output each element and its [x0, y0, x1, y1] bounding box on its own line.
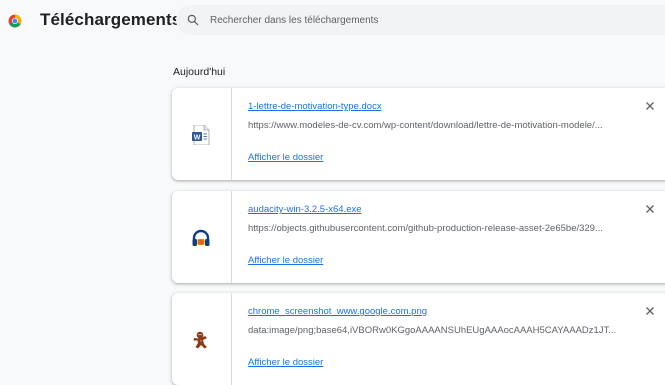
download-source-url: https://www.modeles-de-cv.com/wp-content… [248, 120, 603, 131]
word-document-icon: W [192, 125, 210, 145]
download-source-url: https://objects.githubusercontent.com/gi… [248, 223, 603, 234]
close-icon[interactable] [644, 305, 656, 317]
download-source-url: data:image/png;base64,iVBORw0KGgoAAAANSU… [248, 325, 617, 336]
download-item: W 1-lettre-de-motivation-type.docx https… [172, 88, 665, 180]
show-in-folder-link[interactable]: Afficher le dossier [248, 152, 323, 163]
download-file-link[interactable]: audacity-win-3.2.5-x64.exe [248, 204, 362, 215]
search-input[interactable] [208, 13, 612, 27]
download-item: chrome_screenshot_www.google.com.png dat… [172, 293, 665, 385]
chrome-logo-icon [8, 14, 22, 28]
close-icon[interactable] [644, 100, 656, 112]
download-file-link[interactable]: chrome_screenshot_www.google.com.png [248, 306, 427, 317]
search-bar[interactable] [176, 5, 665, 35]
audacity-headphones-icon [192, 229, 210, 246]
close-icon[interactable] [644, 203, 656, 215]
gingerbread-image-icon [193, 331, 207, 349]
download-file-link[interactable]: 1-lettre-de-motivation-type.docx [248, 101, 382, 112]
page-title: Téléchargements [40, 10, 182, 29]
section-label-today: Aujourd'hui [173, 66, 226, 78]
search-icon[interactable] [186, 13, 200, 27]
svg-text:W: W [194, 134, 201, 141]
show-in-folder-link[interactable]: Afficher le dossier [248, 255, 323, 266]
download-item: audacity-win-3.2.5-x64.exe https://objec… [172, 191, 665, 283]
show-in-folder-link[interactable]: Afficher le dossier [248, 357, 323, 368]
